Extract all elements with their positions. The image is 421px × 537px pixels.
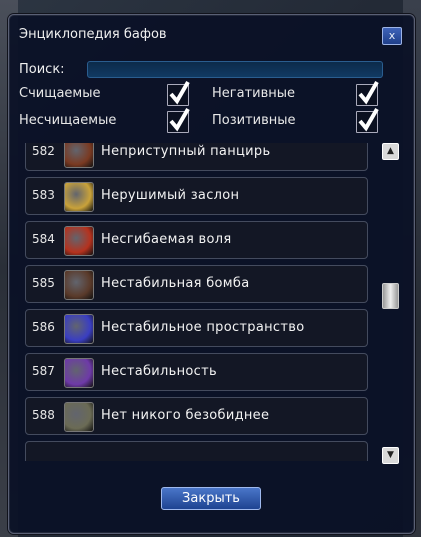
scrollbar[interactable]: ▲ ▼ [382, 143, 400, 464]
buff-row[interactable]: 584 Несгибаемая воля [25, 221, 368, 259]
checkmark-icon [169, 107, 190, 132]
buff-row[interactable]: 585 Нестабильная бомба [25, 265, 368, 303]
scroll-thumb[interactable] [382, 283, 399, 309]
window-title: Энциклопедия бафов [19, 27, 167, 42]
scroll-up-button[interactable]: ▲ [382, 143, 399, 160]
buff-row[interactable]: 587 Нестабильность [25, 353, 368, 391]
buff-number: 587 [32, 364, 55, 378]
buff-row[interactable]: 582 Неприступный панцирь [25, 143, 368, 171]
filter-checkbox-nonremovable[interactable] [167, 107, 190, 133]
cat-icon [64, 402, 94, 432]
buff-number: 586 [32, 320, 55, 334]
buff-number: 588 [32, 408, 55, 422]
buff-name: Несгибаемая воля [101, 232, 232, 247]
scroll-down-button[interactable]: ▼ [382, 447, 399, 464]
buff-row-partial[interactable] [25, 441, 368, 461]
buff-row[interactable]: 583 Нерушимый заслон [25, 177, 368, 215]
filter-label-nonremovable: Несчищаемые [19, 113, 117, 128]
buff-name: Нет никого безобиднее [101, 408, 270, 423]
shield-icon [64, 182, 94, 212]
void-icon [64, 314, 94, 344]
search-label: Поиск: [19, 62, 65, 77]
buff-row[interactable]: 588 Нет никого безобиднее [25, 397, 368, 435]
filter-checkbox-positive[interactable] [356, 107, 379, 133]
buff-name: Нерушимый заслон [101, 188, 240, 203]
buff-number: 583 [32, 188, 55, 202]
checkmark-icon [358, 80, 379, 105]
close-button[interactable]: Закрыть [161, 487, 261, 510]
checkmark-icon [169, 80, 190, 105]
buff-name: Нестабильная бомба [101, 276, 250, 291]
buff-row[interactable]: 586 Нестабильное пространство [25, 309, 368, 347]
buff-number: 582 [32, 144, 55, 158]
armor-icon [64, 143, 94, 168]
bomb-icon [64, 270, 94, 300]
buff-list: 582 Неприступный панцирь 583 Нерушимый засл… [25, 143, 369, 461]
filter-label-negative: Негативные [212, 86, 296, 101]
filter-checkbox-negative[interactable] [356, 80, 379, 106]
buff-number: 584 [32, 232, 55, 246]
filter-checkbox-removable[interactable] [167, 80, 190, 106]
skull-icon [64, 358, 94, 388]
buff-number: 585 [32, 276, 55, 290]
checkmark-icon [358, 107, 379, 132]
buff-name: Неприступный панцирь [101, 144, 271, 159]
filter-label-positive: Позитивные [212, 113, 296, 128]
search-input[interactable] [87, 61, 383, 78]
buff-encyclopedia-window: Энциклопедия бафов x Поиск: Счищаемые Не… [8, 14, 415, 534]
buff-name: Нестабильность [101, 364, 217, 379]
fire-slash-icon [64, 226, 94, 256]
close-icon[interactable]: x [382, 27, 402, 45]
buff-name: Нестабильное пространство [101, 320, 305, 335]
filter-label-removable: Счищаемые [19, 86, 101, 101]
